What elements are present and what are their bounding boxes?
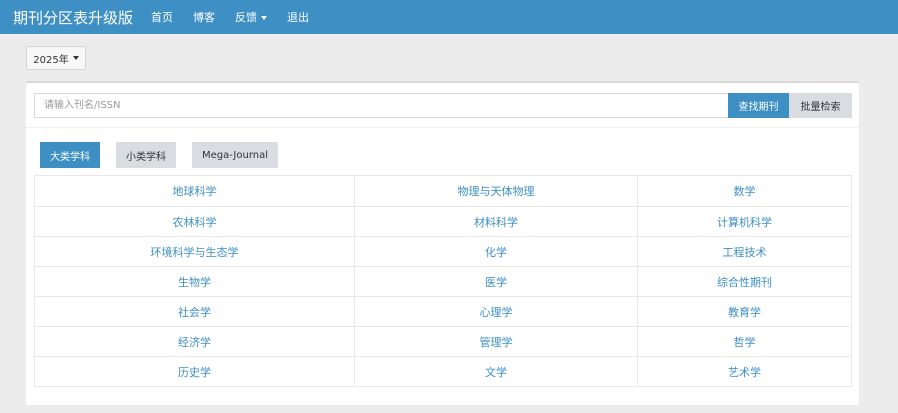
journal-search-input[interactable] (34, 93, 728, 118)
chevron-down-icon (261, 16, 268, 20)
subject-row: 生物学 医学 综合性期刊 (35, 266, 851, 296)
subject-link[interactable]: 计算机科学 (638, 207, 851, 236)
search-bar: 查找期刊 批量检索 (34, 93, 852, 118)
subject-link[interactable]: 物理与天体物理 (355, 176, 638, 206)
subject-link[interactable]: 农林科学 (35, 207, 355, 236)
subject-row: 农林科学 材料科学 计算机科学 (35, 206, 851, 236)
subject-link[interactable]: 数学 (638, 176, 851, 206)
subject-link[interactable]: 环境科学与生态学 (35, 237, 355, 266)
nav-home-link[interactable]: 首页 (151, 9, 173, 25)
subject-link[interactable]: 工程技术 (638, 237, 851, 266)
find-journal-button[interactable]: 查找期刊 (728, 93, 789, 118)
nav-logout-link[interactable]: 退出 (287, 9, 309, 25)
subject-link[interactable]: 地球科学 (35, 176, 355, 206)
year-dropdown-button[interactable]: 2025年 (26, 46, 86, 70)
subject-link[interactable]: 综合性期刊 (638, 267, 851, 296)
nav-feedback-dropdown[interactable]: 反馈 (235, 9, 268, 25)
subject-link[interactable]: 心理学 (355, 297, 638, 326)
subject-link[interactable]: 文学 (355, 357, 638, 386)
batch-search-button[interactable]: 批量检索 (789, 93, 852, 118)
subject-row: 社会学 心理学 教育学 (35, 296, 851, 326)
subject-link[interactable]: 化学 (355, 237, 638, 266)
year-dropdown-label: 2025年 (33, 54, 69, 66)
panel-divider (26, 127, 859, 128)
subject-link[interactable]: 管理学 (355, 327, 638, 356)
subject-link[interactable]: 教育学 (638, 297, 851, 326)
subject-link[interactable]: 材料科学 (355, 207, 638, 236)
category-tabs: 大类学科 小类学科 Mega-Journal (40, 142, 294, 168)
main-panel: 查找期刊 批量检索 大类学科 小类学科 Mega-Journal 地球科学 物理… (26, 81, 859, 405)
subject-link[interactable]: 哲学 (638, 327, 851, 356)
nav-blog-link[interactable]: 博客 (193, 9, 215, 25)
subject-row: 历史学 文学 艺术学 (35, 356, 851, 386)
subject-link[interactable]: 医学 (355, 267, 638, 296)
subject-link[interactable]: 生物学 (35, 267, 355, 296)
subject-row: 经济学 管理学 哲学 (35, 326, 851, 356)
site-brand[interactable]: 期刊分区表升级版 (13, 7, 133, 28)
subject-row: 环境科学与生态学 化学 工程技术 (35, 236, 851, 266)
tab-minor-category[interactable]: 小类学科 (116, 142, 176, 168)
chevron-down-icon (72, 56, 79, 60)
subject-link[interactable]: 历史学 (35, 357, 355, 386)
subject-link[interactable]: 社会学 (35, 297, 355, 326)
subject-row: 地球科学 物理与天体物理 数学 (35, 176, 851, 206)
subject-grid: 地球科学 物理与天体物理 数学 农林科学 材料科学 计算机科学 环境科学与生态学… (34, 175, 852, 387)
tab-major-category[interactable]: 大类学科 (40, 142, 100, 168)
subject-link[interactable]: 艺术学 (638, 357, 851, 386)
nav-feedback-label: 反馈 (235, 11, 258, 24)
tab-mega-journal[interactable]: Mega-Journal (192, 142, 279, 168)
top-navbar: 期刊分区表升级版 首页 博客 反馈 退出 (0, 0, 898, 34)
subject-link[interactable]: 经济学 (35, 327, 355, 356)
